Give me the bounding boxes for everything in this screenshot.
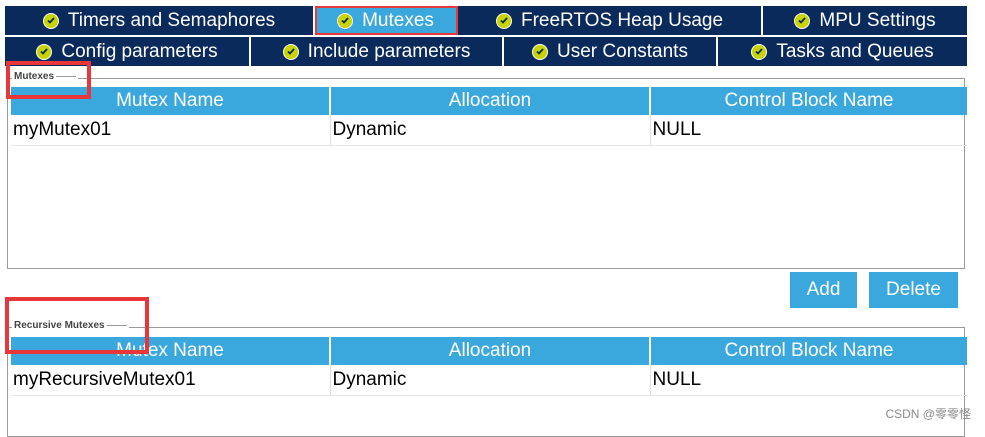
column-header-control-block-name[interactable]: Control Block Name xyxy=(650,87,967,115)
column-header-control-block-name[interactable]: Control Block Name xyxy=(650,337,967,365)
tab-label: Include parameters xyxy=(307,40,471,62)
tab-label: Mutexes xyxy=(362,9,434,31)
column-header-allocation[interactable]: Allocation xyxy=(330,87,651,115)
recursive-mutexes-group: Mutex Name Allocation Control Block Name… xyxy=(7,327,967,437)
check-circle-icon xyxy=(794,12,811,29)
allocation-cell[interactable]: Dynamic xyxy=(330,365,651,396)
column-header-allocation[interactable]: Allocation xyxy=(330,337,651,365)
tab-include-parameters[interactable]: Include parameters xyxy=(251,37,504,66)
mutexes-group: Mutex Name Allocation Control Block Name… xyxy=(7,78,967,269)
mutexes-table: Mutex Name Allocation Control Block Name… xyxy=(11,87,967,146)
control-block-cell[interactable]: NULL xyxy=(650,115,967,146)
table-row[interactable]: myMutex01 Dynamic NULL xyxy=(11,115,967,146)
tab-label: User Constants xyxy=(557,40,688,62)
tab-config-parameters[interactable]: Config parameters xyxy=(5,37,251,66)
check-circle-icon xyxy=(751,43,768,60)
tab-label: Tasks and Queues xyxy=(776,40,934,62)
tab-user-constants[interactable]: User Constants xyxy=(504,37,718,66)
tab-freertos-heap-usage[interactable]: FreeRTOS Heap Usage xyxy=(458,6,763,35)
recursive-mutexes-table: Mutex Name Allocation Control Block Name… xyxy=(11,337,967,396)
tab-label: FreeRTOS Heap Usage xyxy=(520,9,724,31)
tab-label: MPU Settings xyxy=(819,9,936,31)
tab-mutexes[interactable]: Mutexes xyxy=(315,6,458,35)
mutexes-group-title: Mutexes xyxy=(12,71,79,82)
tab-timers-and-semaphores[interactable]: Timers and Semaphores xyxy=(5,6,315,35)
table-header-row: Mutex Name Allocation Control Block Name xyxy=(11,337,967,365)
check-circle-icon xyxy=(36,43,53,60)
allocation-cell[interactable]: Dynamic xyxy=(330,115,651,146)
add-button[interactable]: Add xyxy=(790,272,857,308)
tab-mpu-settings[interactable]: MPU Settings xyxy=(763,6,967,35)
tab-row-2: Config parameters Include parameters Use… xyxy=(5,37,967,66)
check-circle-icon xyxy=(42,12,59,29)
check-circle-icon xyxy=(532,43,549,60)
table-header-row: Mutex Name Allocation Control Block Name xyxy=(11,87,967,115)
column-header-mutex-name[interactable]: Mutex Name xyxy=(11,87,331,115)
mutex-name-cell[interactable]: myMutex01 xyxy=(11,115,331,146)
tab-label: Timers and Semaphores xyxy=(67,9,276,31)
table-row[interactable]: myRecursiveMutex01 Dynamic NULL xyxy=(11,365,967,396)
check-circle-icon xyxy=(282,43,299,60)
tab-tasks-and-queues[interactable]: Tasks and Queues xyxy=(718,37,967,66)
check-circle-icon xyxy=(337,12,354,29)
tab-label: Config parameters xyxy=(61,40,218,62)
tab-row-1: Timers and Semaphores Mutexes FreeRTOS H… xyxy=(5,6,967,35)
mutex-name-cell[interactable]: myRecursiveMutex01 xyxy=(11,365,331,396)
watermark: CSDN @零零怪 xyxy=(885,407,971,421)
delete-button[interactable]: Delete xyxy=(869,272,958,308)
control-block-cell[interactable]: NULL xyxy=(650,365,967,396)
column-header-mutex-name[interactable]: Mutex Name xyxy=(11,337,331,365)
recursive-mutexes-group-title: Recursive Mutexes xyxy=(12,320,129,331)
check-circle-icon xyxy=(495,12,512,29)
